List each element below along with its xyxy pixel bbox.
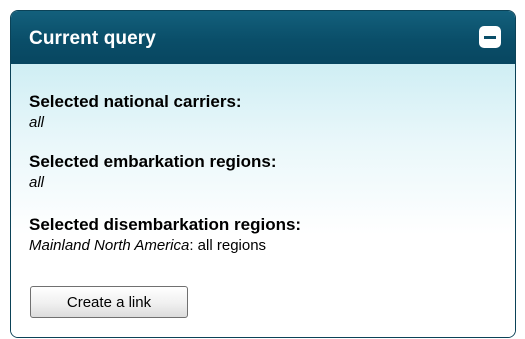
embarkation-regions-section: Selected embarkation regions: all — [29, 152, 277, 193]
disembarkation-regions-value-rest: : all regions — [189, 237, 267, 254]
disembarkation-regions-section: Selected disembarkation regions: Mainlan… — [29, 215, 301, 256]
panel-body: Selected national carriers: all Selected… — [11, 64, 515, 337]
national-carriers-section: Selected national carriers: all — [29, 92, 242, 133]
current-query-panel: Current query Selected national carriers… — [10, 10, 516, 338]
embarkation-regions-value: all — [29, 173, 277, 193]
panel-header: Current query — [11, 11, 515, 64]
disembarkation-regions-value-italic: Mainland North America — [29, 237, 190, 254]
disembarkation-regions-label: Selected disembarkation regions: — [29, 215, 302, 234]
national-carriers-value-italic: all — [29, 114, 45, 131]
national-carriers-value: all — [29, 113, 242, 133]
collapse-button[interactable] — [479, 26, 501, 48]
disembarkation-regions-value: Mainland North America: all regions — [29, 236, 301, 256]
minus-icon — [484, 36, 496, 39]
national-carriers-label: Selected national carriers: — [29, 92, 242, 111]
create-link-button[interactable]: Create a link — [30, 286, 188, 318]
embarkation-regions-label: Selected embarkation regions: — [29, 152, 277, 171]
panel-title: Current query — [29, 28, 156, 49]
embarkation-regions-value-italic: all — [29, 174, 45, 191]
